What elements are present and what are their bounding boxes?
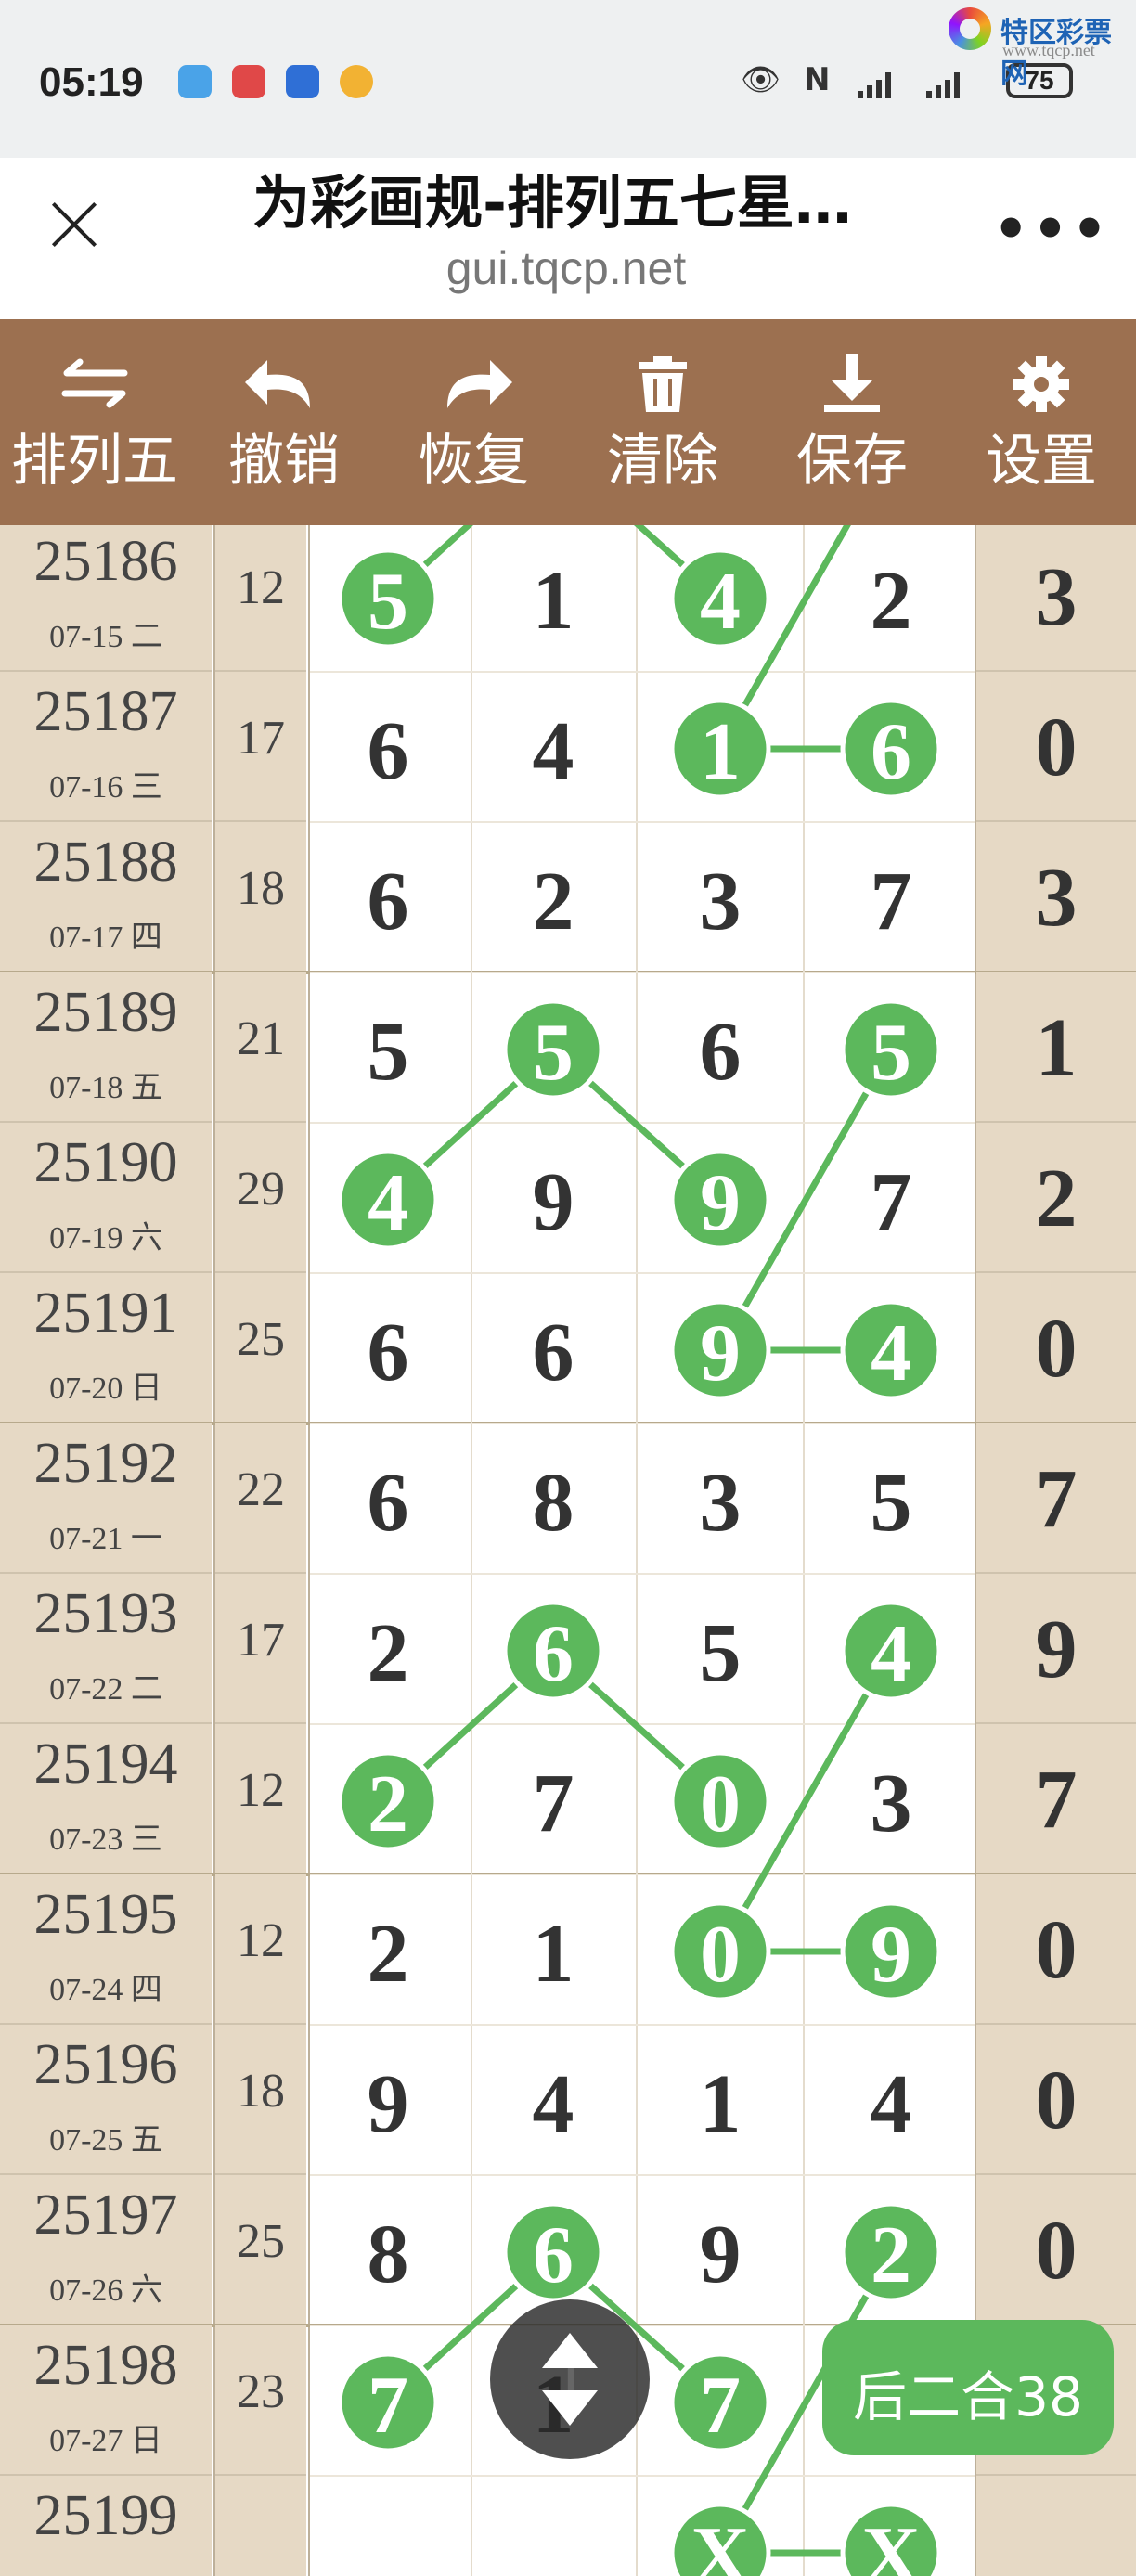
signal-icon xyxy=(858,72,960,98)
status-time: 05:19 xyxy=(39,59,144,105)
highlighted-digit: 7 xyxy=(700,2361,741,2451)
digit: 7 xyxy=(533,1758,574,1849)
gear-icon xyxy=(1013,356,1069,412)
clear-button[interactable]: 清除 xyxy=(568,319,757,525)
digit: 1 xyxy=(533,555,574,647)
digit: 6 xyxy=(368,1307,409,1398)
toolbar-label: 恢复 xyxy=(418,429,529,494)
sum-badge-text: 后二合38 xyxy=(853,2365,1083,2428)
digit: 8 xyxy=(368,2209,409,2300)
highlighted-digit: X xyxy=(691,2511,750,2576)
highlighted-digit: 4 xyxy=(368,1158,408,1248)
trash-icon xyxy=(639,356,687,412)
app-notification-icon-red xyxy=(232,65,265,98)
digit: 5 xyxy=(700,1607,742,1699)
watermark-logo-icon xyxy=(949,7,991,50)
digit: 5 xyxy=(871,1457,912,1549)
digit: 5 xyxy=(368,1006,409,1098)
highlighted-digit: 7 xyxy=(368,2361,408,2451)
toolbar-label: 保存 xyxy=(796,429,908,494)
digit: 7 xyxy=(871,1156,912,1248)
toolbar: 排列五 撤销 恢复 清除 保存 设置 xyxy=(0,319,1136,525)
digit: 6 xyxy=(533,1307,574,1398)
highlighted-digit: X xyxy=(861,2511,921,2576)
highlighted-digit: 0 xyxy=(700,1910,741,2000)
toolbar-label: 设置 xyxy=(986,429,1097,494)
digit: 1 xyxy=(533,1908,574,2000)
highlighted-digit: 4 xyxy=(700,557,741,647)
up-down-arrows-icon xyxy=(542,2333,598,2426)
highlighted-digit: 5 xyxy=(533,1008,574,1098)
digit: 9 xyxy=(533,1156,574,1248)
digit: 2 xyxy=(533,856,574,947)
highlighted-digit: 9 xyxy=(700,1308,741,1398)
digit: 2 xyxy=(871,555,912,647)
settings-button[interactable]: 设置 xyxy=(947,319,1136,525)
eye-icon: 👁 xyxy=(741,61,781,98)
digit: 3 xyxy=(871,1758,912,1849)
weibo-icon xyxy=(340,65,373,98)
toolbar-label: 清除 xyxy=(607,429,718,494)
digit: 6 xyxy=(368,1457,409,1549)
highlighted-digit: 4 xyxy=(871,1609,911,1699)
digit: 2 xyxy=(368,1908,409,2000)
app-notification-icon-blue xyxy=(178,65,212,98)
digit: 4 xyxy=(871,2058,912,2150)
redo-button[interactable]: 恢复 xyxy=(379,319,568,525)
toolbar-label: 排列五 xyxy=(11,429,178,494)
digit: 8 xyxy=(533,1457,574,1549)
digit: 9 xyxy=(700,2209,742,2300)
more-options-icon[interactable]: ••• xyxy=(993,197,1111,262)
lottery-type-button[interactable]: 排列五 xyxy=(0,319,189,525)
nfc-icon: N xyxy=(804,61,831,98)
highlighted-digit: 6 xyxy=(533,2210,574,2300)
digit: 9 xyxy=(368,2058,409,2150)
undo-icon xyxy=(245,360,310,408)
digit: 1 xyxy=(700,2058,742,2150)
scroll-toggle-button[interactable]: 1 xyxy=(490,2299,650,2459)
highlighted-digit: 5 xyxy=(368,557,408,647)
trend-overlay: 5 1 4 26 4 1 66 2 3 75 5 6 54 9 9 76 6 9 46 8 3 52 6 5 42 7 0 32 1 0 9… xyxy=(310,525,975,2576)
lottery-trend-grid[interactable]: 25186 07-15 二 12 3 25187 07-16 三 17 0 25188 07-17… xyxy=(0,525,1136,2576)
digit: 7 xyxy=(871,856,912,947)
page-url: gui.tqcp.net xyxy=(445,242,687,294)
digit: 2 xyxy=(368,1607,409,1699)
digit: 3 xyxy=(700,856,742,947)
digit: 4 xyxy=(533,2058,574,2150)
highlighted-digit: 4 xyxy=(871,1308,911,1398)
swap-arrows-icon xyxy=(61,358,128,408)
digit: 3 xyxy=(700,1457,742,1549)
page-title: 为彩画规-排列五七星… xyxy=(252,169,852,237)
highlighted-digit: 5 xyxy=(871,1008,911,1098)
watermark-url: www.tqcp.net xyxy=(1002,41,1095,59)
highlighted-digit: 6 xyxy=(871,707,911,797)
close-icon[interactable] xyxy=(45,195,104,254)
highlighted-digit: 9 xyxy=(871,1910,911,2000)
highlighted-digit: 1 xyxy=(700,707,741,797)
digit: 6 xyxy=(368,705,409,797)
highlighted-digit: 0 xyxy=(700,1759,741,1849)
toolbar-label: 撤销 xyxy=(228,429,340,494)
highlighted-digit: 9 xyxy=(700,1158,741,1248)
highlighted-digit: 2 xyxy=(368,1759,408,1849)
redo-icon xyxy=(447,360,512,408)
sum-badge[interactable]: 后二合38 xyxy=(822,2320,1114,2455)
highlighted-digit: 2 xyxy=(871,2210,911,2300)
undo-button[interactable]: 撤销 xyxy=(189,319,379,525)
status-bar: 05:19 👁 N 75 特区彩票网 www.tqcp.net 为彩画规-排列五… xyxy=(0,0,1136,294)
digit: 4 xyxy=(533,705,574,797)
save-button[interactable]: 保存 xyxy=(757,319,947,525)
highlighted-digit: 6 xyxy=(533,1609,574,1699)
app-notification-icon-dark-blue xyxy=(286,65,319,98)
digit: 6 xyxy=(368,856,409,947)
download-icon xyxy=(824,354,880,412)
digit: 6 xyxy=(700,1006,742,1098)
